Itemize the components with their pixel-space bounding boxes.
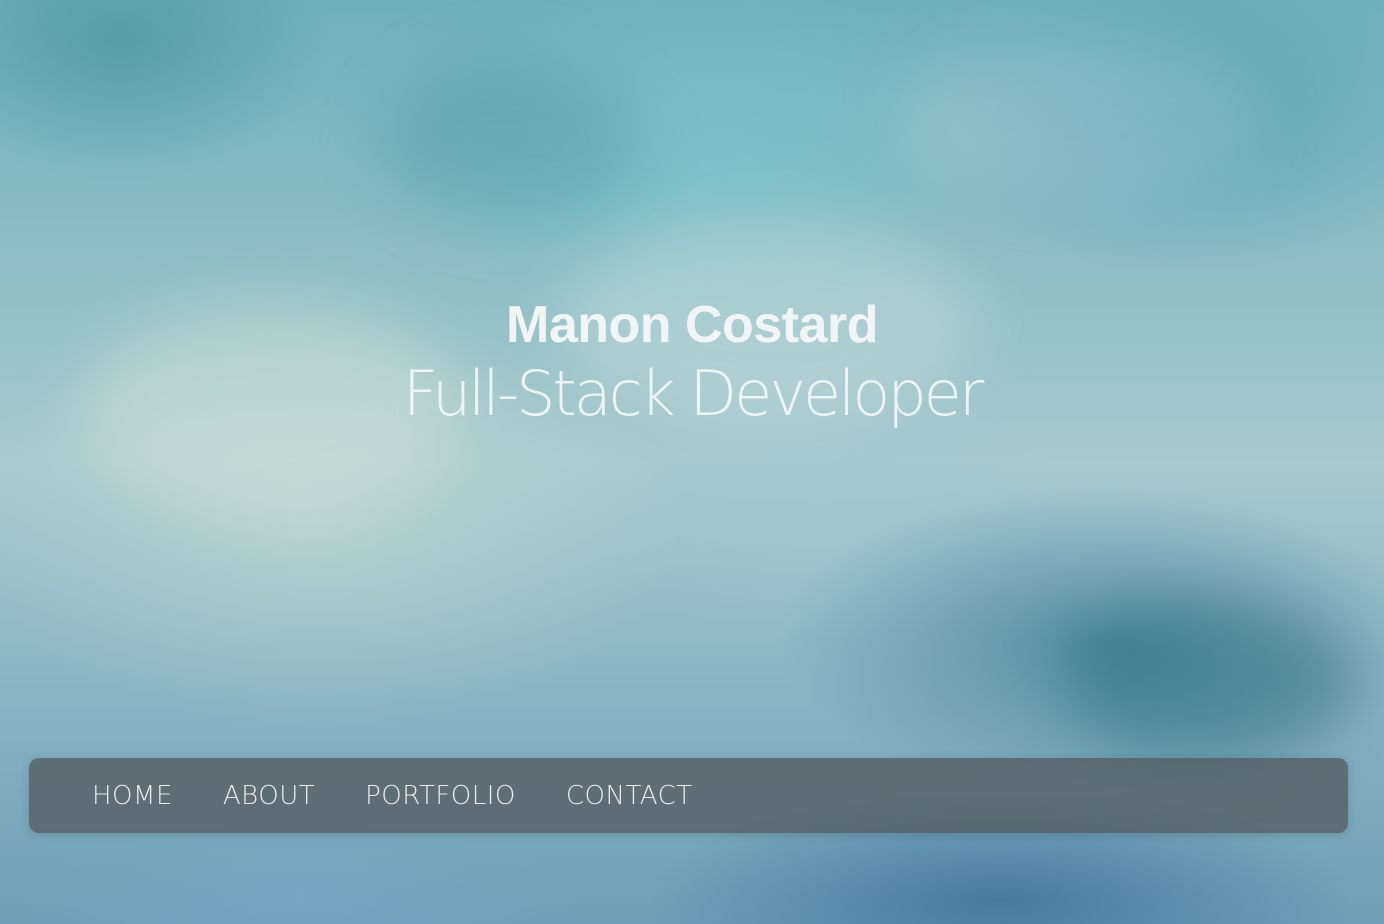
nav-link-about[interactable]: ABOUT [223, 781, 315, 811]
nav-link-home[interactable]: HOME [92, 781, 173, 811]
main-navbar: HOME ABOUT PORTFOLIO CONTACT [29, 758, 1348, 833]
nav-link-portfolio[interactable]: PORTFOLIO [365, 781, 516, 811]
nav-link-contact[interactable]: CONTACT [566, 781, 693, 811]
nav-item-about[interactable]: ABOUT [223, 781, 315, 811]
hero-role: Full-Stack Developer [402, 357, 985, 430]
nav-list: HOME ABOUT PORTFOLIO CONTACT [29, 758, 1348, 833]
hero-headline: Manon Costard Full-Stack Developer [0, 292, 1384, 430]
nav-item-home[interactable]: HOME [92, 781, 173, 811]
nav-item-contact[interactable]: CONTACT [566, 781, 693, 811]
background-haze [900, 40, 1260, 200]
nav-item-portfolio[interactable]: PORTFOLIO [365, 781, 516, 811]
hero-name: Manon Costard [506, 296, 878, 354]
background-haze [380, 60, 640, 220]
background-haze [1060, 600, 1360, 760]
